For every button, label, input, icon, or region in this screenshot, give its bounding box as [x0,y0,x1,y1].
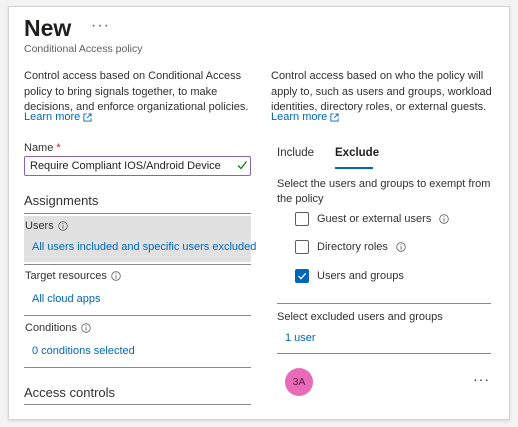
users-value-link[interactable]: All users included and specific users ex… [32,241,256,253]
learn-more-link-left[interactable]: Learn more [24,111,92,123]
policy-name-input[interactable] [24,156,251,176]
divider [24,213,251,214]
info-icon [439,214,450,224]
info-icon [111,271,121,281]
option-label: Users and groups [317,270,404,282]
learn-more-label: Learn more [24,111,81,123]
directory-roles-option[interactable]: Directory roles [295,240,406,254]
conditions-label-text: Conditions [25,322,77,334]
conditions-link[interactable]: 0 conditions selected [32,345,135,357]
valid-checkmark-icon [237,161,247,170]
policy-panel: New ··· Conditional Access policy Contro… [8,6,510,420]
name-label-text: Name [24,142,54,154]
page-title: New [24,15,72,41]
tab-exclude[interactable]: Exclude [335,147,379,159]
active-tab-indicator [335,167,373,169]
guest-external-users-option[interactable]: Guest or external users [295,212,450,226]
divider [24,367,251,368]
name-label: Name * [24,142,61,154]
divider [277,303,491,304]
learn-more-label: Learn more [271,111,328,123]
external-link-icon [330,112,339,122]
access-controls-heading: Access controls [24,385,116,400]
info-icon [81,323,91,333]
divider [24,404,251,405]
users-description: Control access based on who the policy w… [271,70,492,113]
required-marker: * [56,142,61,154]
tab-include[interactable]: Include [277,147,314,159]
excluded-users-label: Select excluded users and groups [277,311,443,323]
info-icon [396,242,406,252]
excluded-users-link[interactable]: 1 user [285,332,316,344]
option-label: Directory roles [317,241,388,253]
checkbox-checked[interactable] [295,269,309,283]
divider [24,264,251,265]
target-resources-label: Target resources [25,270,121,282]
target-resources-label-text: Target resources [25,270,107,282]
row-more-button[interactable]: ··· [473,371,490,387]
external-link-icon [83,112,92,122]
learn-more-link-right[interactable]: Learn more [271,111,339,123]
target-resources-link[interactable]: All cloud apps [32,293,101,305]
divider [24,315,251,316]
users-label-text: Users [25,220,54,232]
divider [277,353,491,354]
users-label: Users [25,220,68,232]
info-icon [58,221,68,231]
checkbox[interactable] [295,212,309,226]
conditions-label: Conditions [25,322,91,334]
option-label: Guest or external users [317,213,432,225]
users-and-groups-option[interactable]: Users and groups [295,269,404,283]
assignments-heading: Assignments [24,193,99,208]
page-subtitle: Conditional Access policy [24,43,143,55]
more-actions-button[interactable]: ··· [91,17,110,35]
avatar: 3A [285,368,313,396]
exempt-instructions: Select the users and groups to exempt fr… [277,178,491,205]
checkmark-icon [298,272,307,280]
policy-description: Control access based on Conditional Acce… [24,70,249,113]
checkbox[interactable] [295,240,309,254]
